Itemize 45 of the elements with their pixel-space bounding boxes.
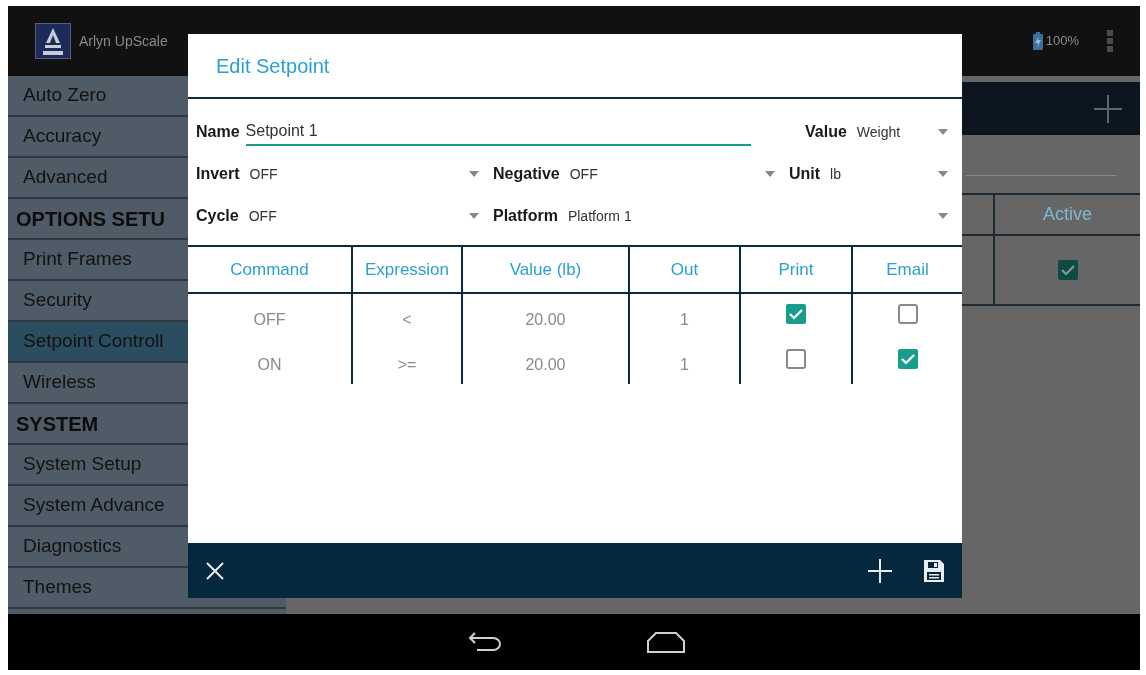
battery-percentage: 100%: [1045, 32, 1079, 51]
field-label: Invert: [196, 164, 240, 184]
field-label: Unit: [789, 164, 821, 184]
name-input[interactable]: Setpoint 1: [245, 118, 751, 146]
checkbox[interactable]: [1057, 260, 1078, 280]
checkbox[interactable]: [786, 349, 806, 369]
back-icon[interactable]: [467, 632, 503, 652]
dropdown-arrow-icon: [938, 129, 948, 135]
field-label: Negative: [493, 164, 560, 184]
app-title: Arlyn UpScale: [79, 31, 168, 51]
checkbox[interactable]: [786, 304, 806, 324]
dropdown[interactable]: Weight: [856, 117, 954, 147]
column-header[interactable]: Expression: [364, 256, 450, 283]
column-header: Active: [1043, 203, 1092, 226]
table-cell-text: 1: [680, 354, 689, 375]
home-icon[interactable]: [646, 631, 686, 653]
column-header[interactable]: Out: [670, 256, 699, 283]
close-icon[interactable]: [206, 561, 224, 580]
checkbox[interactable]: [897, 304, 918, 324]
table-cell-text: 20.00: [525, 354, 566, 375]
logo-icon: [35, 23, 71, 59]
dropdown-arrow-icon: [765, 171, 775, 177]
field-label: Name: [196, 122, 240, 142]
dropdown-arrow-icon: [469, 213, 479, 219]
dropdown[interactable]: Platform 1: [567, 201, 954, 231]
table-cell-text: <: [402, 309, 412, 330]
dropdown[interactable]: OFF: [569, 159, 781, 189]
dropdown-arrow-icon: [469, 171, 479, 177]
dropdown[interactable]: lb: [830, 159, 954, 189]
field-label: Value: [805, 122, 847, 142]
dropdown-arrow-icon: [938, 213, 948, 219]
overflow-menu-icon[interactable]: [1107, 30, 1113, 52]
dropdown-arrow-icon: [938, 171, 948, 177]
battery-icon: [1032, 32, 1043, 50]
save-icon[interactable]: [924, 559, 944, 582]
checkbox[interactable]: [897, 349, 918, 369]
column-header[interactable]: Email: [886, 256, 929, 283]
field-label: Platform: [493, 206, 558, 226]
table-cell-text: 20.00: [525, 309, 566, 330]
column-header[interactable]: Value (lb): [509, 256, 582, 283]
table-cell-text: >=: [397, 354, 417, 375]
field-label: Cycle: [196, 206, 239, 226]
column-header[interactable]: Print: [778, 256, 814, 283]
table-cell-text: 1: [680, 309, 689, 330]
dialog-title: Edit Setpoint: [216, 53, 330, 79]
